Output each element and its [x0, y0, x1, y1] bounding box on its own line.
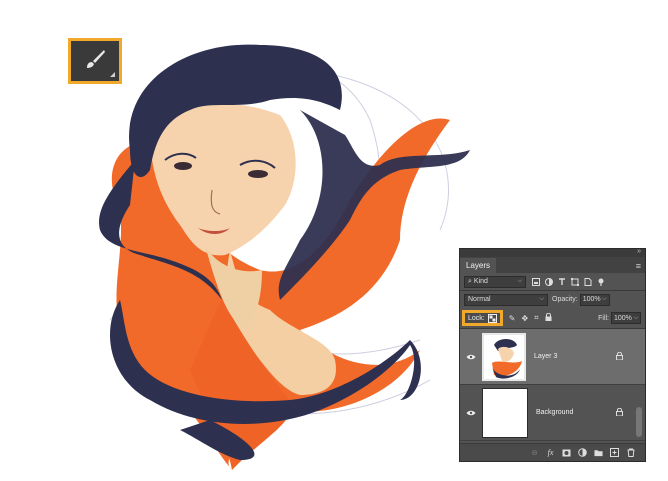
layer-lock-icon [616, 407, 623, 418]
double-chevron-icon[interactable]: » [637, 248, 641, 255]
group-icon[interactable] [594, 448, 603, 457]
kind-filter-select[interactable]: ⌕ Kind ⌵ [464, 275, 526, 288]
visibility-eye-icon[interactable] [460, 410, 482, 416]
lock-position-icon[interactable]: ✥ [521, 314, 528, 323]
blend-mode-select[interactable]: Normal ⌵ [464, 293, 548, 306]
brush-icon [84, 48, 106, 75]
chevron-down-icon: ⌵ [539, 296, 544, 302]
search-icon: ⌕ [468, 277, 472, 285]
panel-menu-icon[interactable]: ≡ [636, 261, 645, 273]
layer-thumbnail [482, 332, 526, 381]
lock-label: Lock: [468, 314, 485, 322]
lock-transparent-pixels-icon[interactable] [487, 313, 497, 323]
lock-transparent-pixels-highlight: Lock: [462, 310, 503, 326]
blend-mode-value: Normal [468, 296, 491, 303]
chevron-down-icon: ⌵ [517, 278, 522, 284]
fx-icon[interactable]: fx [546, 448, 555, 457]
pixel-filter-icon[interactable] [532, 277, 540, 286]
fill-label: Fill: [598, 314, 609, 322]
layer-name[interactable]: Layer 3 [534, 353, 557, 360]
panel-header: Layers ≡ [460, 257, 645, 273]
layer-row-layer-3[interactable]: Layer 3 [460, 329, 645, 385]
panel-top-bar: » [460, 248, 645, 257]
mask-icon[interactable] [562, 448, 571, 457]
blend-row: Normal ⌵ Opacity: 100% ⌵ [460, 291, 645, 308]
layer-name[interactable]: Background [536, 409, 573, 416]
visibility-eye-icon[interactable] [460, 354, 482, 360]
shape-filter-icon[interactable] [571, 277, 579, 286]
opacity-value: 100% [582, 296, 601, 303]
layer-lock-icon [616, 351, 623, 362]
filter-toggle-icon[interactable] [597, 278, 605, 286]
tab-layers[interactable]: Layers [460, 258, 497, 273]
filter-icons [532, 277, 605, 286]
lock-all-icon[interactable] [545, 312, 552, 323]
type-filter-icon[interactable] [558, 277, 566, 286]
filter-row: ⌕ Kind ⌵ [460, 273, 645, 290]
adjustment-filter-icon[interactable] [545, 277, 553, 286]
layers-panel: » Layers ≡ ⌕ Kind ⌵ Normal ⌵ Opacity: 10… [459, 248, 646, 462]
new-layer-icon[interactable] [610, 448, 619, 457]
link-layers-icon[interactable]: ⊝ [530, 448, 539, 457]
opacity-field[interactable]: 100% ⌵ [579, 293, 610, 306]
lock-row: Lock: ✎ ✥ ⌗ Fill: 100% ⌵ [460, 308, 645, 328]
lock-image-pixels-icon[interactable]: ✎ [509, 314, 516, 323]
layers-scrollbar[interactable] [636, 407, 642, 437]
smart-object-filter-icon[interactable] [584, 277, 592, 286]
lock-artboard-icon[interactable]: ⌗ [534, 313, 539, 323]
chevron-down-icon: ⌵ [602, 296, 607, 302]
brush-tool-button[interactable] [68, 38, 122, 84]
layer-row-background[interactable]: Background [460, 385, 645, 441]
panel-footer: ⊝ fx [460, 443, 645, 461]
layer-thumbnail [482, 387, 528, 438]
adjustment-layer-icon[interactable] [578, 448, 587, 457]
lock-icons: ✎ ✥ ⌗ [509, 312, 552, 323]
fill-field[interactable]: 100% ⌵ [611, 312, 641, 324]
trash-icon[interactable] [626, 448, 635, 457]
tool-flyout-indicator-icon [110, 72, 115, 77]
kind-label: Kind [473, 278, 488, 285]
chevron-down-icon: ⌵ [633, 314, 638, 321]
opacity-label: Opacity: [552, 296, 578, 303]
fill-value: 100% [614, 314, 632, 322]
